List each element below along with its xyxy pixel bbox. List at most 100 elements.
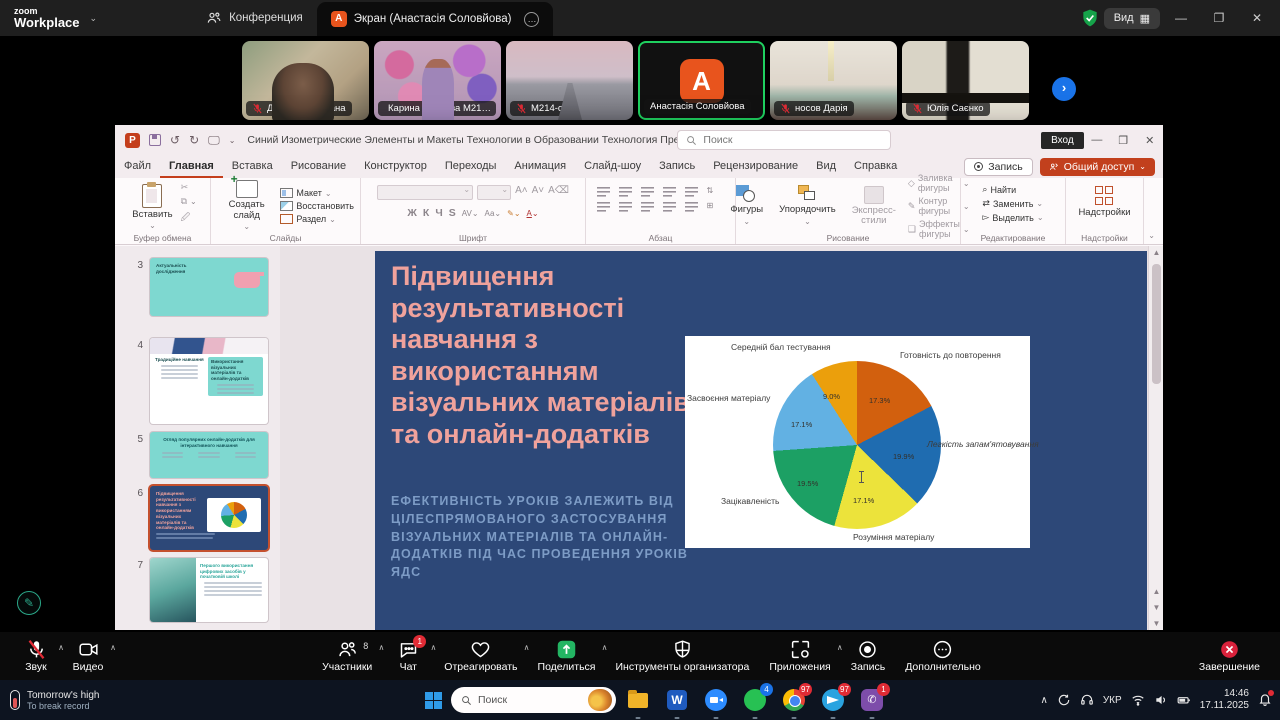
columns-icon[interactable] bbox=[685, 201, 698, 212]
undo-icon[interactable]: ↺ bbox=[170, 133, 180, 147]
sync-icon[interactable] bbox=[1057, 693, 1071, 707]
indent-decrease-icon[interactable] bbox=[641, 186, 654, 197]
select-button[interactable]: ▻ Выделить ⌄ bbox=[982, 212, 1043, 223]
quick-styles-button[interactable]: Экспресс-стили bbox=[848, 184, 900, 229]
ppt-tab-слайд-шоу[interactable]: Слайд-шоу bbox=[575, 155, 650, 178]
justify-icon[interactable] bbox=[663, 201, 676, 212]
next-participants-page-button[interactable]: › bbox=[1052, 77, 1076, 101]
participant-tile[interactable]: AАнастасія Соловйова bbox=[638, 41, 765, 120]
ppt-record-button[interactable]: Запись bbox=[964, 158, 1032, 176]
slide-thumbnail[interactable]: Огляд популярних онлайн-додатків для інт… bbox=[150, 432, 268, 478]
ppt-tab-рецензирование[interactable]: Рецензирование bbox=[704, 155, 807, 178]
vertical-scrollbar[interactable]: ▲ ▲ ▼ ▼ bbox=[1148, 246, 1163, 630]
headset-icon[interactable] bbox=[1080, 693, 1094, 707]
toolbar-end-button[interactable]: Завершение bbox=[1189, 637, 1270, 675]
annotate-pencil-button[interactable]: ✎ bbox=[17, 591, 41, 615]
tab-screen-share[interactable]: А Экран (Анастасія Соловйова) … bbox=[317, 2, 554, 36]
taskbar-search[interactable]: Поиск bbox=[451, 687, 616, 713]
scroll-up-icon[interactable]: ▲ bbox=[1149, 248, 1164, 257]
font-style-Ж[interactable]: Ж bbox=[407, 207, 417, 219]
search-highlight-image[interactable] bbox=[588, 689, 612, 711]
slide-title[interactable]: Підвищення результативності навчання з в… bbox=[391, 261, 701, 450]
slide-thumbnail[interactable]: Актуальність дослідження bbox=[150, 258, 268, 316]
participant-tile[interactable]: носов Дарія bbox=[770, 41, 897, 120]
font-style-buttons[interactable]: ЖКЧSAV⌄Аа⌄✎⌄А⌄ bbox=[407, 207, 538, 219]
battery-icon[interactable] bbox=[1177, 693, 1191, 707]
numbering-icon[interactable] bbox=[619, 186, 632, 197]
taskbar-app-whatsapp[interactable]: 4 bbox=[742, 687, 768, 713]
section-button[interactable]: Раздел ⌄ bbox=[280, 214, 354, 224]
current-slide[interactable]: Підвищення результативності навчання з в… bbox=[375, 251, 1147, 630]
ppt-search-box[interactable]: Поиск bbox=[677, 130, 891, 150]
view-button[interactable]: Вид ▦ bbox=[1104, 8, 1160, 29]
participant-tile[interactable]: М214-сп bbox=[506, 41, 633, 120]
taskbar-app-telegram[interactable]: 97 bbox=[820, 687, 846, 713]
participant-tile[interactable]: Юлія Саєнко bbox=[902, 41, 1029, 120]
slide-thumbnail[interactable]: Першого використання цифрових засобів у … bbox=[150, 558, 268, 622]
text-direction-icon[interactable]: ⇅ bbox=[707, 186, 725, 197]
notification-bell-icon[interactable] bbox=[1258, 692, 1272, 709]
qat-customize-chevron-icon[interactable]: ⌄ bbox=[229, 136, 236, 145]
align-left-icon[interactable] bbox=[597, 201, 610, 212]
shrink-font-button[interactable]: A˅ bbox=[532, 185, 545, 200]
slide-thumbnail[interactable]: Традиційне навчанняВикористання візуальн… bbox=[150, 338, 268, 424]
tray-overflow-chevron-icon[interactable]: ∧ bbox=[1041, 695, 1048, 706]
ppt-tab-рисование[interactable]: Рисование bbox=[282, 155, 355, 178]
ppt-tab-запись[interactable]: Запись bbox=[650, 155, 704, 178]
language-indicator[interactable]: УКР bbox=[1103, 695, 1122, 706]
collapse-ribbon-chevron-icon[interactable]: ⌄ bbox=[1148, 231, 1155, 240]
ppt-minimize-button[interactable]: — bbox=[1084, 129, 1110, 151]
font-style-К[interactable]: К bbox=[423, 207, 429, 219]
ppt-tab-анимация[interactable]: Анимация bbox=[505, 155, 575, 178]
close-button[interactable]: ✕ bbox=[1240, 5, 1274, 31]
new-slide-button[interactable]: Создать слайд⌄ bbox=[217, 178, 276, 234]
ppt-titlebar[interactable]: P ↺ ↻ 🖵 ⌄ Синий Изометрические Элементы … bbox=[115, 125, 1163, 155]
wifi-icon[interactable] bbox=[1131, 693, 1145, 707]
ppt-tab-вид[interactable]: Вид bbox=[807, 155, 845, 178]
ppt-close-button[interactable]: ✕ bbox=[1137, 129, 1163, 151]
participant-tile[interactable]: Карина Боброва М21… bbox=[374, 41, 501, 120]
clear-format-button[interactable]: A⌫ bbox=[548, 185, 569, 200]
security-shield-icon[interactable] bbox=[1080, 8, 1100, 28]
toolbar-more-button[interactable]: Дополнительно bbox=[895, 637, 991, 675]
ppt-tab-главная[interactable]: Главная bbox=[160, 155, 223, 178]
layout-button[interactable]: Макет ⌄ bbox=[280, 188, 354, 198]
find-button[interactable]: ⌕ Найти bbox=[982, 184, 1043, 195]
arrange-button[interactable]: Упорядочить⌄ bbox=[775, 183, 840, 228]
slide-subtitle[interactable]: ЕФЕКТИВНІСТЬ УРОКІВ ЗАЛЕЖИТЬ ВІД ЦІЛЕСПР… bbox=[391, 493, 709, 582]
toolbar-host-tools-button[interactable]: Инструменты организатора bbox=[606, 637, 760, 675]
convert-smartart-icon[interactable]: ⊞ bbox=[707, 201, 725, 212]
taskbar-app-explorer[interactable] bbox=[625, 687, 651, 713]
taskbar-app-chrome[interactable]: 97 bbox=[781, 687, 807, 713]
align-center-icon[interactable] bbox=[619, 201, 632, 212]
replace-button[interactable]: ⇄ Заменить ⌄ bbox=[982, 198, 1043, 209]
start-button[interactable] bbox=[425, 692, 442, 709]
reset-button[interactable]: Восстановить bbox=[280, 201, 354, 211]
ppt-tab-переходы[interactable]: Переходы bbox=[436, 155, 506, 178]
scroll-down-icon[interactable]: ▼ bbox=[1149, 619, 1164, 628]
font-style-S[interactable]: S bbox=[449, 207, 456, 219]
toolbar-apps-button[interactable]: Приложения∧ bbox=[759, 637, 840, 675]
restore-button[interactable]: ❐ bbox=[1202, 5, 1236, 31]
tab-meeting[interactable]: Конференция bbox=[192, 0, 317, 36]
ppt-restore-button[interactable]: ❐ bbox=[1110, 129, 1136, 151]
ppt-tab-конструктор[interactable]: Конструктор bbox=[355, 155, 436, 178]
line-spacing-icon[interactable] bbox=[685, 186, 698, 197]
font-size-combo[interactable] bbox=[477, 185, 511, 200]
save-icon[interactable] bbox=[149, 134, 161, 146]
ppt-share-button[interactable]: Общий доступ ⌄ bbox=[1040, 158, 1155, 176]
toolbar-share-button[interactable]: Поделиться∧ bbox=[528, 637, 606, 675]
copy-button[interactable]: ⧉ ⌄ bbox=[181, 196, 197, 207]
participant-tile[interactable]: ДУБЯГА Світлана bbox=[242, 41, 369, 120]
toolbar-chat-button[interactable]: Чат∧1 bbox=[382, 637, 434, 675]
workspace-dropdown-chevron-icon[interactable]: ⌄ bbox=[90, 13, 98, 24]
format-painter-button[interactable]: 🖉 bbox=[181, 210, 197, 226]
toolbar-participants-button[interactable]: Участники∧8 bbox=[312, 637, 382, 675]
bullets-icon[interactable] bbox=[597, 186, 610, 197]
ppt-tab-файл[interactable]: Файл bbox=[115, 155, 160, 178]
next-slide-icon[interactable]: ▼ bbox=[1149, 603, 1164, 612]
tab-options-icon[interactable]: … bbox=[524, 12, 539, 27]
taskbar-app-zoom[interactable] bbox=[703, 687, 729, 713]
slideshow-icon[interactable]: 🖵 bbox=[208, 133, 220, 148]
toolbar-react-button[interactable]: Отреагировать∧ bbox=[434, 637, 527, 675]
